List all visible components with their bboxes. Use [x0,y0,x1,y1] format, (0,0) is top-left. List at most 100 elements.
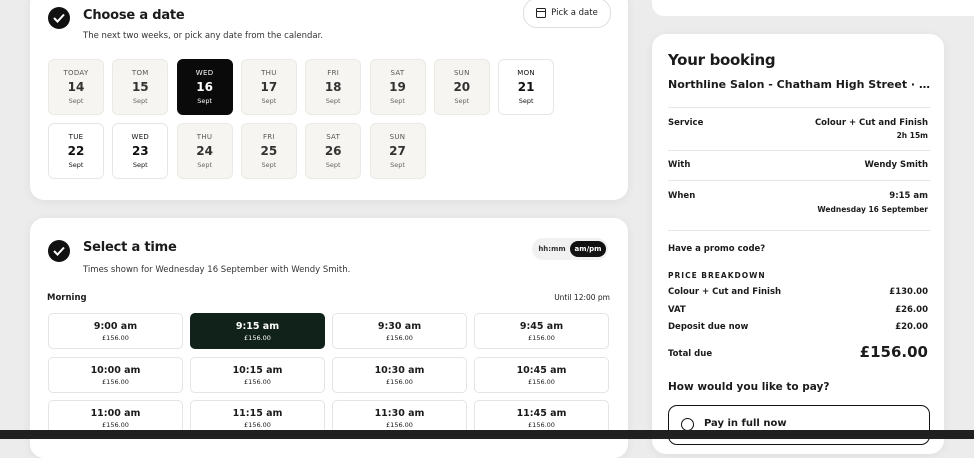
slot-price: £156.00 [528,421,555,429]
date-dow: SUN [389,133,406,141]
slot-price: £156.00 [244,377,271,386]
section-title: Choose a date [83,8,185,23]
pick-date-label: Pick a date [551,8,598,18]
date-option[interactable]: THU 17 Sept [240,59,297,115]
time-slot[interactable]: 10:45 am £156.00 [474,356,609,393]
check-icon [48,240,70,262]
time-slot[interactable]: 9:30 am £156.00 [332,313,467,349]
date-month: Sept [197,97,212,105]
date-num: 15 [131,80,149,94]
slot-price: £156.00 [102,334,129,342]
with-label: With [668,160,691,170]
date-num: 20 [453,80,471,94]
slot-group-until: Until 12:00 pm [554,293,610,302]
date-option[interactable]: FRI 18 Sept [305,59,362,115]
service-label: Service [668,118,704,128]
total-label: Total due [668,349,713,359]
date-num: 22 [67,144,85,158]
when-date: Wednesday 16 September [817,205,928,214]
date-month: Sept [68,97,84,105]
date-option[interactable]: WED 23 Sept [112,123,169,179]
time-slot[interactable]: 10:30 am £156.00 [332,356,467,393]
date-dow: MON [517,69,535,77]
divider [668,180,930,181]
slot-price: £156.00 [102,421,129,429]
slot-time: 11:00 am [90,408,141,419]
date-num: 24 [196,144,213,158]
section-subtitle: The next two weeks, or pick any date fro… [83,31,324,41]
date-num: 21 [517,80,535,94]
promo-code-link[interactable]: Have a promo code? [668,244,765,254]
slot-group-label: Morning [47,293,87,303]
date-option[interactable]: TUE 22 Sept [48,123,104,179]
date-option[interactable]: TOM 15 Sept [112,59,169,115]
service-name: Colour + Cut and Finish [814,118,928,128]
date-num: 19 [389,80,406,94]
time-section: Select a time Times shown for Wednesday … [30,218,628,458]
date-month: Sept [132,97,148,105]
date-num: 25 [260,144,278,158]
slot-price: £156.00 [102,377,129,386]
bottom-bar [0,430,974,439]
date-option[interactable]: MON 21 Sept [498,59,555,115]
pay-in-full-option[interactable]: Pay in full now [668,405,930,445]
date-dow: SAT [326,133,341,141]
pay-option-label: Pay in full now [704,418,787,429]
date-month: Sept [261,161,277,169]
divider [668,230,930,231]
booking-title: Your booking [668,51,776,69]
price-line-value: £20.00 [895,322,928,332]
slot-time: 10:15 am [232,364,283,376]
date-month: Sept [325,161,341,169]
calendar-icon [536,8,547,18]
time-slot[interactable]: 9:45 am £156.00 [474,313,609,349]
date-option[interactable]: FRI 25 Sept [240,123,297,179]
price-line-value: £26.00 [895,305,928,315]
date-dow: THU [196,133,213,141]
date-num: 26 [324,144,342,158]
date-month: Sept [390,161,405,169]
price-line-label: VAT [668,305,686,315]
section-subtitle: Times shown for Wednesday 16 September w… [83,265,351,275]
date-option[interactable]: WED 16 Sept [176,59,233,115]
date-option[interactable]: SUN 27 Sept [369,123,426,179]
slot-time: 9:45 am [519,321,564,332]
time-slot[interactable]: 10:15 am £156.00 [190,356,325,393]
date-option[interactable]: SAT 26 Sept [305,123,362,179]
date-option[interactable]: SUN 20 Sept [433,59,490,115]
date-num: 17 [260,80,278,94]
slot-time: 9:30 am [377,321,422,332]
time-slot[interactable]: 9:15 am £156.00 [190,313,325,349]
slot-time: 10:30 am [374,364,425,376]
slot-price: £156.00 [528,334,555,342]
date-dow: TOM [131,69,149,77]
booking-summary: Your booking Northline Salon - Chatham H… [652,34,944,454]
format-24h-option[interactable]: hh:mm [536,241,568,257]
divider [668,150,930,151]
time-slot[interactable]: 9:00 am £156.00 [48,313,183,349]
date-option[interactable]: SAT 19 Sept [369,59,426,115]
price-line-label: Deposit due now [668,322,749,332]
slot-price: £156.00 [386,377,413,386]
slot-time: 11:45 am [516,408,567,419]
slot-time: 10:45 am [516,364,567,376]
slot-time: 10:00 am [90,364,141,376]
time-format-toggle: hh:mm am/pm [532,238,608,260]
date-dow: FRI [327,69,340,77]
date-option[interactable]: TODAY 14 Sept [48,59,104,115]
date-month: Sept [454,97,470,105]
date-dow: WED [195,69,214,77]
staff-name: Wendy Smith [864,160,928,170]
date-option[interactable]: THU 24 Sept [176,123,233,179]
time-slot[interactable]: 10:00 am £156.00 [48,356,183,393]
format-12h-option[interactable]: am/pm [570,241,606,257]
date-month: Sept [261,97,277,105]
slot-price: £156.00 [244,421,271,429]
date-dow: WED [131,133,150,141]
slot-price: £156.00 [386,421,413,429]
date-num: 23 [131,144,149,158]
divider [668,107,930,108]
price-breakdown-heading: PRICE BREAKDOWN [668,271,766,280]
pick-date-button[interactable]: Pick a date [523,0,611,28]
when-label: When [668,191,696,201]
